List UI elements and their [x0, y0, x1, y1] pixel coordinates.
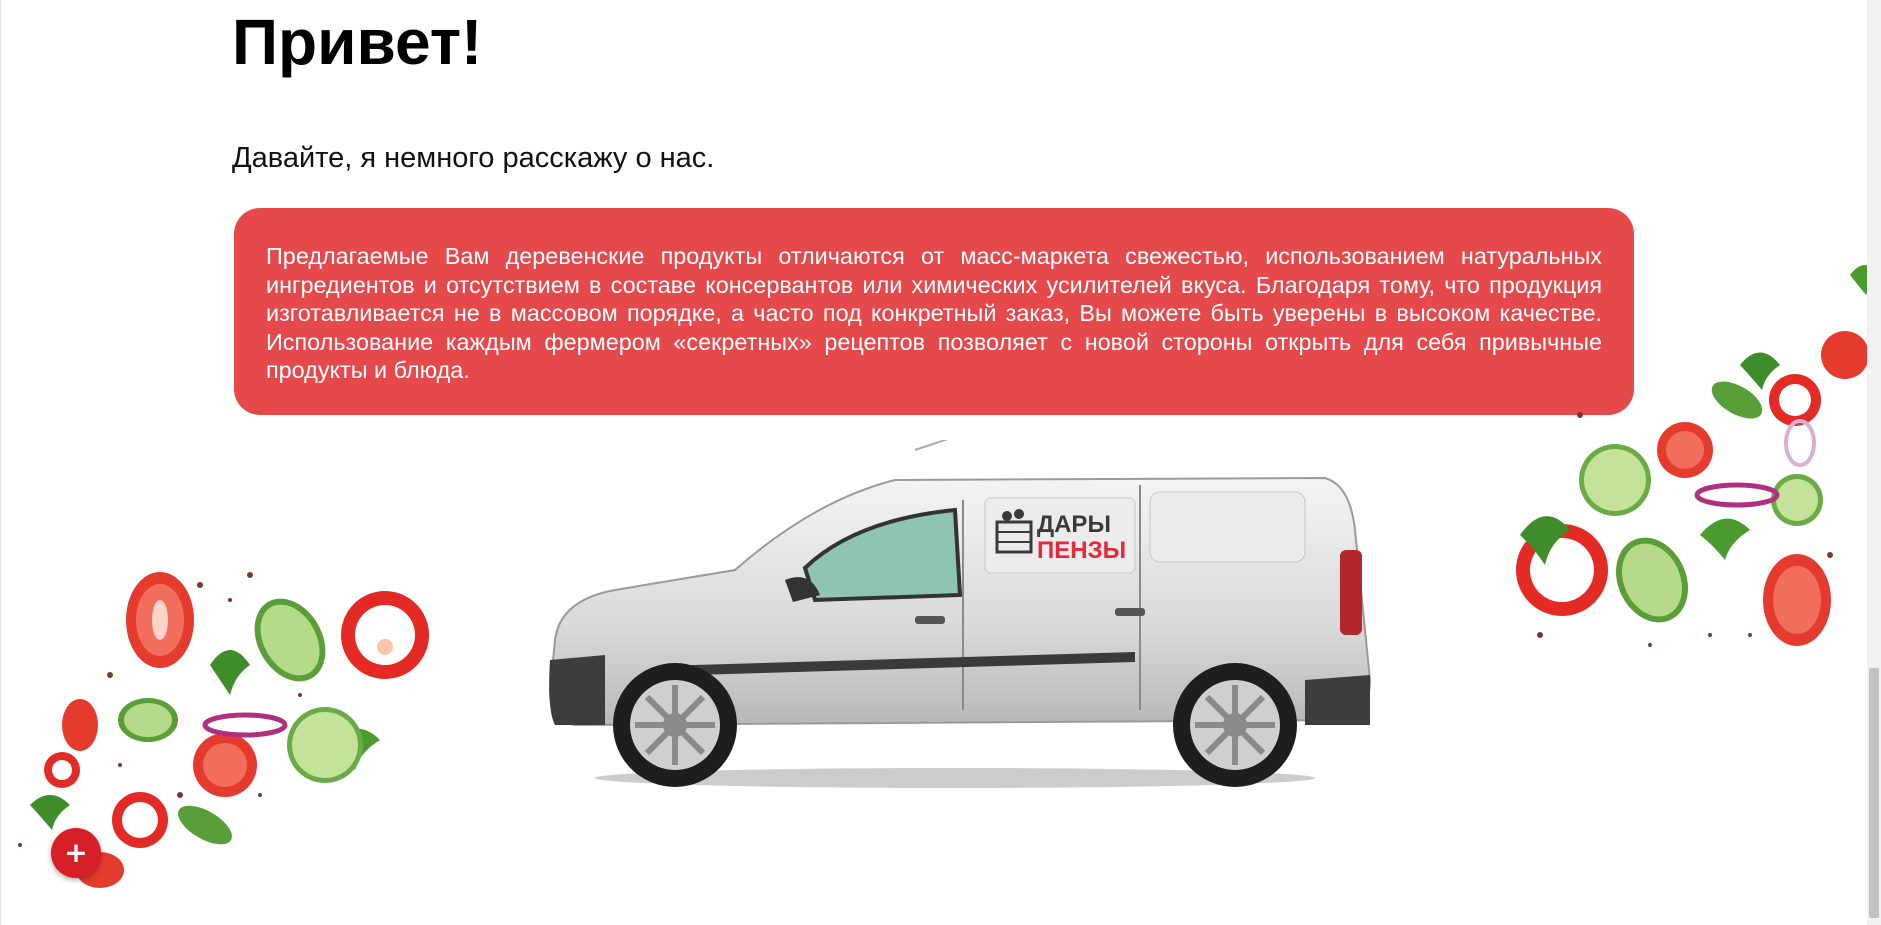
parsley-leaf	[1520, 265, 1880, 565]
van-logo-line1: ДАРЫ	[1037, 511, 1111, 538]
van-rear-window	[1149, 491, 1306, 563]
pepper-ring	[341, 591, 429, 679]
tomato-slice	[193, 733, 257, 797]
van-front-bumper	[549, 655, 605, 725]
pepper-ring	[44, 752, 80, 788]
van-taillight	[1340, 550, 1362, 635]
add-button[interactable]: +	[51, 828, 101, 878]
onion-ring	[202, 712, 288, 738]
front-wheel	[613, 663, 737, 787]
cucumber-slice	[287, 707, 363, 783]
scrollbar-thumb[interactable]	[1869, 668, 1879, 918]
van-door-handle	[1115, 608, 1145, 616]
vegetables-decoration-right	[1516, 265, 1880, 647]
tomato-slice	[126, 572, 194, 668]
about-paragraph: Предлагаемые Вам деревенские продукты от…	[266, 243, 1602, 383]
vertical-scrollbar[interactable]	[1867, 0, 1881, 925]
van-antenna	[914, 440, 949, 451]
delivery-van-image: ДАРЫ ПЕНЗЫ	[548, 440, 1372, 788]
rear-wheel	[1173, 663, 1297, 787]
page-title: Привет!	[232, 6, 483, 78]
van-door-handle	[915, 616, 945, 624]
van-rear-bumper	[1305, 675, 1370, 725]
page: Привет! Давайте, я немного расскажу о на…	[0, 0, 1881, 925]
van-logo-line2: ПЕНЗЫ	[1037, 537, 1126, 564]
cucumber-slice	[254, 598, 326, 682]
intro-text: Давайте, я немного расскажу о нас.	[232, 142, 715, 174]
cucumber-slice	[178, 805, 232, 845]
cucumber-slice	[118, 698, 178, 742]
pepper-ring	[112, 792, 168, 848]
about-card: Предлагаемые Вам деревенские продукты от…	[234, 208, 1634, 415]
